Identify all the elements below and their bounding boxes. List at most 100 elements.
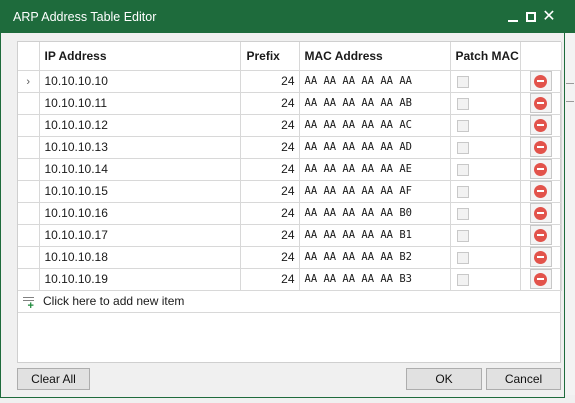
mac-address-cell[interactable]: AA AA AA AA AA B3 xyxy=(299,268,451,291)
add-row-icon: + xyxy=(22,296,36,311)
prefix-cell[interactable]: 24 xyxy=(240,70,300,93)
row-indicator[interactable] xyxy=(18,158,40,181)
delete-cell xyxy=(520,246,562,269)
row-indicator[interactable] xyxy=(18,202,40,225)
mac-address-cell[interactable]: AA AA AA AA AA AC xyxy=(299,114,451,137)
prefix-cell[interactable]: 24 xyxy=(240,202,300,225)
patch-mac-checkbox[interactable] xyxy=(456,163,469,176)
delete-cell xyxy=(520,158,562,181)
patch-mac-checkbox[interactable] xyxy=(456,97,469,110)
ip-address-cell[interactable]: 10.10.10.17 xyxy=(39,224,241,247)
prefix-cell[interactable]: 24 xyxy=(240,158,300,181)
row-indicator[interactable] xyxy=(18,136,40,159)
delete-row-button[interactable] xyxy=(529,203,552,223)
remove-icon xyxy=(534,250,547,264)
row-indicator[interactable] xyxy=(18,180,40,203)
prefix-cell[interactable]: 24 xyxy=(240,246,300,269)
row-indicator[interactable] xyxy=(18,114,40,137)
maximize-button[interactable] xyxy=(522,8,540,26)
row-indicator[interactable]: › xyxy=(18,70,40,93)
delete-row-button[interactable] xyxy=(529,269,552,289)
mac-address-cell[interactable]: AA AA AA AA AA AA xyxy=(299,70,451,93)
patch-mac-cell xyxy=(450,158,521,181)
minimize-button[interactable] xyxy=(504,8,522,26)
table-row[interactable]: 10.10.10.14 24 AA AA AA AA AA AE xyxy=(18,158,562,181)
close-button[interactable]: ✕ xyxy=(540,8,558,26)
mac-address-cell[interactable]: AA AA AA AA AA AE xyxy=(299,158,451,181)
mac-address-cell[interactable]: AA AA AA AA AA AD xyxy=(299,136,451,159)
minimize-icon xyxy=(508,20,518,22)
table-row[interactable]: 10.10.10.13 24 AA AA AA AA AA AD xyxy=(18,136,562,159)
ip-address-cell[interactable]: 10.10.10.19 xyxy=(39,268,241,291)
patch-mac-checkbox[interactable] xyxy=(456,207,469,220)
prefix-cell[interactable]: 24 xyxy=(240,114,300,137)
row-indicator[interactable] xyxy=(18,92,40,115)
table-row[interactable]: 10.10.10.12 24 AA AA AA AA AA AC xyxy=(18,114,562,137)
ip-address-cell[interactable]: 10.10.10.16 xyxy=(39,202,241,225)
prefix-cell[interactable]: 24 xyxy=(240,224,300,247)
mac-address-cell[interactable]: AA AA AA AA AA B0 xyxy=(299,202,451,225)
table-row[interactable]: 10.10.10.11 24 AA AA AA AA AA AB xyxy=(18,92,562,115)
prefix-cell[interactable]: 24 xyxy=(240,268,300,291)
ok-button[interactable]: OK xyxy=(406,368,482,390)
patch-mac-checkbox[interactable] xyxy=(456,185,469,198)
table-row[interactable]: 10.10.10.15 24 AA AA AA AA AA AF xyxy=(18,180,562,203)
table-row[interactable]: › 10.10.10.10 24 AA AA AA AA AA AA xyxy=(18,70,562,93)
patch-mac-checkbox[interactable] xyxy=(456,141,469,154)
prefix-cell[interactable]: 24 xyxy=(240,180,300,203)
mac-address-cell[interactable]: AA AA AA AA AA AB xyxy=(299,92,451,115)
remove-icon xyxy=(534,228,547,242)
ip-address-cell[interactable]: 10.10.10.13 xyxy=(39,136,241,159)
table-row[interactable]: 10.10.10.18 24 AA AA AA AA AA B2 xyxy=(18,246,562,269)
cancel-button[interactable]: Cancel xyxy=(486,368,561,390)
column-header-ip[interactable]: IP Address xyxy=(39,42,241,71)
title-bar[interactable]: ARP Address Table Editor ✕ xyxy=(1,1,564,33)
patch-mac-checkbox[interactable] xyxy=(456,229,469,242)
table-row[interactable]: 10.10.10.19 24 AA AA AA AA AA B3 xyxy=(18,268,562,291)
patch-mac-cell xyxy=(450,92,521,115)
delete-row-button[interactable] xyxy=(529,93,552,113)
delete-row-button[interactable] xyxy=(529,115,552,135)
patch-mac-checkbox[interactable] xyxy=(456,251,469,264)
column-header-prefix[interactable]: Prefix xyxy=(240,42,300,71)
table-row[interactable]: 10.10.10.17 24 AA AA AA AA AA B1 xyxy=(18,224,562,247)
mac-address-cell[interactable]: AA AA AA AA AA B1 xyxy=(299,224,451,247)
ip-address-cell[interactable]: 10.10.10.11 xyxy=(39,92,241,115)
column-header-mac[interactable]: MAC Address xyxy=(299,42,451,71)
clear-all-button[interactable]: Clear All xyxy=(17,368,90,390)
ip-address-cell[interactable]: 10.10.10.14 xyxy=(39,158,241,181)
row-indicator[interactable] xyxy=(18,224,40,247)
header-row: IP Address Prefix MAC Address Patch MAC xyxy=(18,42,562,71)
add-new-item-row[interactable]: + Click here to add new item xyxy=(18,290,561,313)
mac-address-cell[interactable]: AA AA AA AA AA AF xyxy=(299,180,451,203)
remove-icon xyxy=(534,162,547,176)
background-right-pane xyxy=(565,33,575,403)
row-indicator[interactable] xyxy=(18,268,40,291)
patch-mac-cell xyxy=(450,114,521,137)
delete-row-button[interactable] xyxy=(529,225,552,245)
row-indicator[interactable] xyxy=(18,246,40,269)
add-new-item-label[interactable]: Click here to add new item xyxy=(39,290,561,313)
close-icon: ✕ xyxy=(542,8,556,25)
patch-mac-cell xyxy=(450,136,521,159)
ip-address-cell[interactable]: 10.10.10.12 xyxy=(39,114,241,137)
prefix-cell[interactable]: 24 xyxy=(240,92,300,115)
delete-row-button[interactable] xyxy=(529,137,552,157)
table-row[interactable]: 10.10.10.16 24 AA AA AA AA AA B0 xyxy=(18,202,562,225)
delete-row-button[interactable] xyxy=(529,71,552,91)
remove-icon xyxy=(534,184,547,198)
prefix-cell[interactable]: 24 xyxy=(240,136,300,159)
delete-row-button[interactable] xyxy=(529,181,552,201)
ip-address-cell[interactable]: 10.10.10.10 xyxy=(39,70,241,93)
patch-mac-checkbox[interactable] xyxy=(456,119,469,132)
ip-address-cell[interactable]: 10.10.10.18 xyxy=(39,246,241,269)
ip-address-cell[interactable]: 10.10.10.15 xyxy=(39,180,241,203)
delete-row-button[interactable] xyxy=(529,247,552,267)
patch-mac-cell xyxy=(450,202,521,225)
column-header-patch-mac[interactable]: Patch MAC xyxy=(450,42,521,71)
patch-mac-checkbox[interactable] xyxy=(456,75,469,88)
add-row-indicator: + xyxy=(18,290,39,313)
delete-row-button[interactable] xyxy=(529,159,552,179)
mac-address-cell[interactable]: AA AA AA AA AA B2 xyxy=(299,246,451,269)
patch-mac-checkbox[interactable] xyxy=(456,273,469,286)
